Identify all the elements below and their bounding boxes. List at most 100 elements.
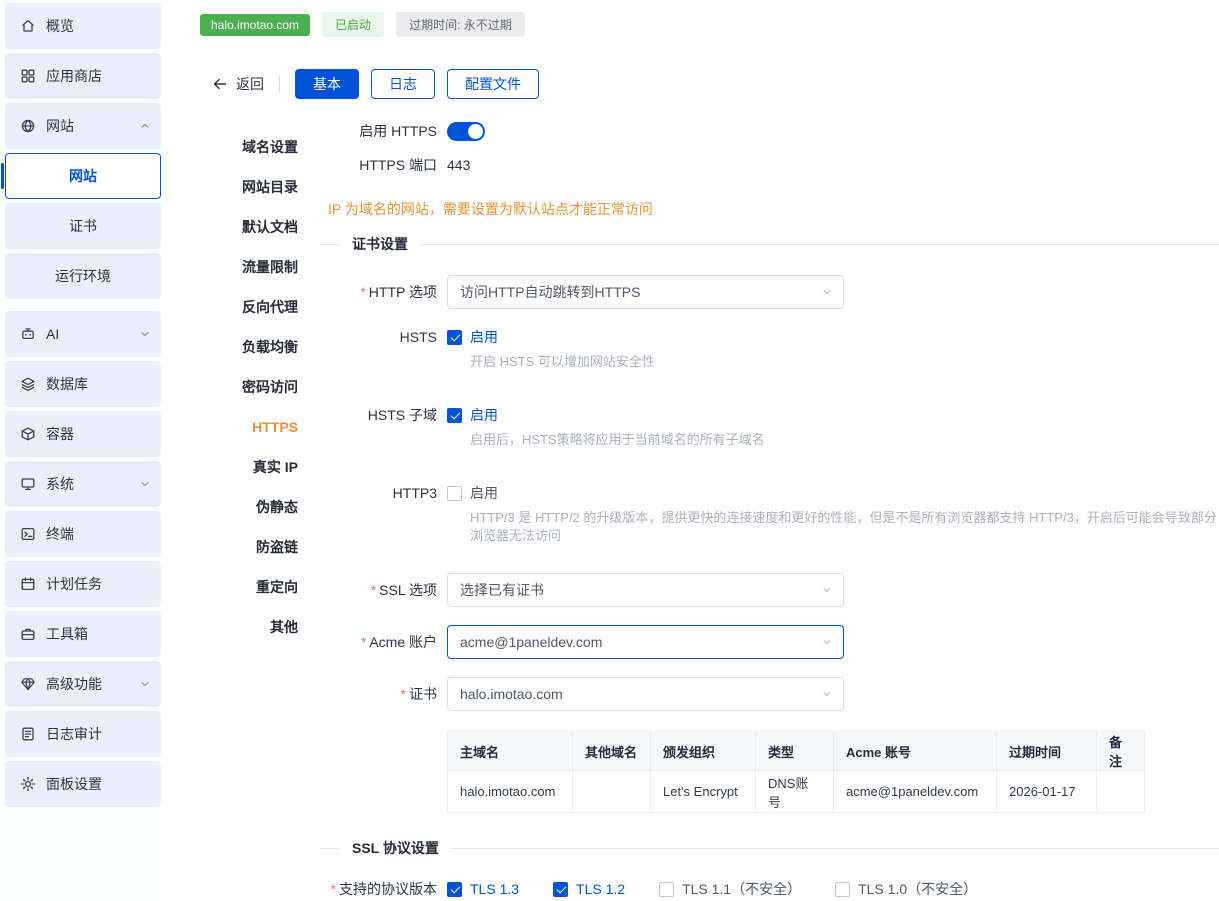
sidebar-item-ai[interactable]: AI — [5, 311, 161, 357]
anchor-item-reverse-proxy[interactable]: 反向代理 — [240, 287, 298, 327]
toolbar: 返回 基本 日志 配置文件 — [166, 69, 1219, 99]
sidebar-item-label: 面板设置 — [46, 776, 102, 792]
tls10-label[interactable]: TLS 1.0（不安全） — [858, 879, 977, 899]
anchor-item-password-access[interactable]: 密码访问 — [240, 367, 298, 407]
http3-enable-label[interactable]: 启用 — [470, 483, 498, 503]
sidebar-item-terminal[interactable]: 终端 — [5, 511, 161, 557]
sidebar-item-toolbox[interactable]: 工具箱 — [5, 611, 161, 657]
ssl-option-selected-value: 选择已有证书 — [460, 582, 544, 598]
http-option-select[interactable]: 访问HTTP自动跳转到HTTPS — [447, 275, 844, 309]
https-form: 启用 HTTPS HTTPS 端口 443 IP 为域名的网站，需要设置为默认站… — [320, 119, 1219, 899]
cell-other-domains — [572, 770, 651, 813]
table-row[interactable]: halo.imotao.com Let's Encrypt DNS账号 acme… — [447, 770, 1145, 813]
tab-basic[interactable]: 基本 — [295, 69, 359, 99]
hsts-sub-checkbox[interactable] — [447, 407, 462, 423]
sidebar-item-container[interactable]: 容器 — [5, 411, 161, 457]
anchor-item-real-ip[interactable]: 真实 IP — [240, 447, 298, 487]
chevron-down-icon — [821, 286, 833, 298]
site-domain-badge[interactable]: halo.imotao.com — [200, 13, 311, 36]
https-enable-toggle[interactable] — [447, 121, 485, 141]
acme-account-selected-value: acme@1paneldev.com — [460, 634, 603, 650]
hsts-enable-label[interactable]: 启用 — [470, 327, 498, 347]
tab-log[interactable]: 日志 — [371, 69, 435, 99]
https-port-value: 443 — [447, 157, 471, 173]
back-button[interactable]: 返回 — [212, 74, 264, 94]
anchor-item-redirect[interactable]: 重定向 — [240, 567, 298, 607]
col-type: 类型 — [755, 731, 834, 771]
default-site-warning: IP 为域名的网站，需要设置为默认站点才能正常访问 — [328, 201, 653, 217]
hsts-help-text: 开启 HSTS 可以增加网站安全性 — [470, 354, 655, 369]
sidebar-subitem-runtime[interactable]: 运行环境 — [5, 253, 161, 299]
sidebar-item-label: 网站 — [46, 118, 74, 134]
app-window: 概览 应用商店 网站 网站 证书 运行环境 AI 数据库 容器 系统 终端 计划… — [0, 0, 1219, 901]
sidebar-item-system[interactable]: 系统 — [5, 461, 161, 507]
sidebar-item-overview[interactable]: 概览 — [5, 3, 161, 49]
site-running-badge: 已启动 — [322, 12, 385, 37]
cell-remark — [1096, 770, 1145, 813]
sidebar-item-logs[interactable]: 日志审计 — [5, 711, 161, 757]
tab-config-file[interactable]: 配置文件 — [447, 69, 539, 99]
anchor-item-site-dir[interactable]: 网站目录 — [240, 167, 298, 207]
sidebar-item-database[interactable]: 数据库 — [5, 361, 161, 407]
hsts-sub-label: HSTS 子域 — [367, 407, 437, 423]
sidebar-subitem-label: 证书 — [69, 218, 97, 234]
anchor-item-rewrite[interactable]: 伪静态 — [240, 487, 298, 527]
ssl-option-select[interactable]: 选择已有证书 — [447, 573, 844, 607]
anchor-item-default-doc[interactable]: 默认文档 — [240, 207, 298, 247]
protocol-version-label: * 支持的协议版本 — [330, 881, 437, 897]
anchor-item-domain[interactable]: 域名设置 — [240, 127, 298, 167]
required-mark: * — [370, 582, 377, 598]
tls-version-group: TLS 1.3 TLS 1.2 TLS 1.1（不安全） TLS 1.0（不安全… — [447, 879, 977, 899]
sidebar-item-label: 系统 — [46, 476, 74, 492]
chevron-up-icon — [139, 120, 151, 132]
http3-checkbox[interactable] — [447, 485, 462, 501]
sidebar-item-website[interactable]: 网站 — [5, 103, 161, 149]
sidebar-subitem-website[interactable]: 网站 — [1, 153, 161, 199]
sidebar-item-settings[interactable]: 面板设置 — [5, 761, 161, 807]
chevron-down-icon — [821, 636, 833, 648]
acme-account-select[interactable]: acme@1paneldev.com — [447, 625, 844, 659]
chevron-down-icon — [139, 328, 151, 340]
tls13-checkbox[interactable] — [447, 881, 462, 897]
site-status-bar: halo.imotao.com 已启动 过期时间: 永不过期 — [166, 0, 1219, 37]
sidebar-item-advanced[interactable]: 高级功能 — [5, 661, 161, 707]
certificate-table-wrap: 主域名 其他域名 颁发组织 类型 Acme 账号 过期时间 备注 halo.im… — [447, 731, 1219, 813]
back-label: 返回 — [236, 76, 264, 92]
anchor-item-anti-leech[interactable]: 防盗链 — [240, 527, 298, 567]
anchor-item-https[interactable]: HTTPS — [240, 407, 298, 447]
terminal-icon — [20, 526, 36, 542]
sidebar-item-appstore[interactable]: 应用商店 — [5, 53, 161, 99]
tls11-label[interactable]: TLS 1.1（不安全） — [682, 879, 801, 899]
chevron-down-icon — [821, 688, 833, 700]
gear-icon — [20, 776, 36, 792]
chevron-down-icon — [139, 478, 151, 490]
table-header-row: 主域名 其他域名 颁发组织 类型 Acme 账号 过期时间 备注 — [447, 731, 1145, 771]
certificate-select[interactable]: halo.imotao.com — [447, 677, 844, 711]
cert-section-title: 证书设置 — [352, 236, 408, 252]
tls12-label[interactable]: TLS 1.2 — [576, 881, 625, 897]
anchor-item-rate-limit[interactable]: 流量限制 — [240, 247, 298, 287]
sidebar-item-cron[interactable]: 计划任务 — [5, 561, 161, 607]
http-option-label: * HTTP 选项 — [360, 284, 437, 300]
sidebar-subitem-certificate[interactable]: 证书 — [5, 203, 161, 249]
settings-content: 域名设置 网站目录 默认文档 流量限制 反向代理 负载均衡 密码访问 HTTPS… — [166, 119, 1219, 899]
tls12-checkbox[interactable] — [553, 881, 569, 897]
anchor-item-load-balance[interactable]: 负载均衡 — [240, 327, 298, 367]
sidebar-item-label: 应用商店 — [46, 68, 102, 84]
tls13-label[interactable]: TLS 1.3 — [470, 881, 519, 897]
hsts-checkbox[interactable] — [447, 329, 462, 345]
main-panel: halo.imotao.com 已启动 过期时间: 永不过期 返回 基本 日志 … — [166, 0, 1219, 901]
chevron-down-icon — [139, 678, 151, 690]
certificate-table: 主域名 其他域名 颁发组织 类型 Acme 账号 过期时间 备注 halo.im… — [447, 731, 1145, 813]
cell-acme-account: acme@1paneldev.com — [833, 770, 997, 813]
tls11-checkbox[interactable] — [659, 881, 675, 897]
sidebar-subitem-label: 运行环境 — [55, 268, 111, 284]
col-primary-domain: 主域名 — [447, 731, 573, 771]
hsts-sub-enable-label[interactable]: 启用 — [470, 405, 498, 425]
tls10-checkbox[interactable] — [835, 881, 851, 897]
anchor-item-other[interactable]: 其他 — [240, 607, 298, 647]
sidebar-item-label: 计划任务 — [46, 576, 102, 592]
cert-section-divider: 证书设置 — [320, 233, 1219, 255]
required-mark: * — [330, 881, 336, 897]
sidebar: 概览 应用商店 网站 网站 证书 运行环境 AI 数据库 容器 系统 终端 计划… — [0, 0, 166, 901]
